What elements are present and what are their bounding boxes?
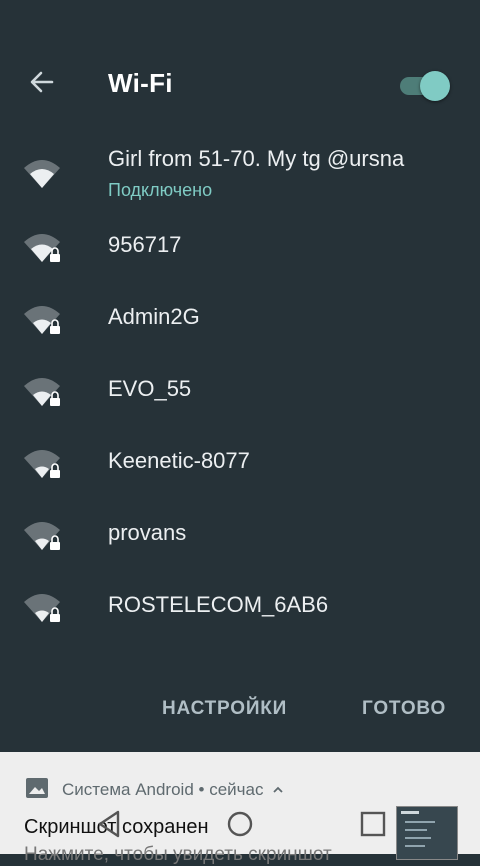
- network-name: EVO_55: [108, 376, 192, 401]
- settings-button[interactable]: НАСТРОЙКИ: [162, 698, 287, 720]
- network-item[interactable]: Girl from 51-70. My tg @ursna Подключено: [0, 136, 480, 208]
- home-circle-icon[interactable]: [222, 806, 258, 842]
- wifi-toggle-thumb: [420, 71, 450, 101]
- wifi-locked-icon: [24, 450, 60, 478]
- network-name: Admin2G: [108, 304, 200, 329]
- wifi-locked-icon: [24, 522, 60, 550]
- network-status: Подключено: [108, 180, 213, 200]
- wifi-locked-icon: [24, 378, 60, 406]
- wifi-locked-icon: [24, 594, 60, 622]
- page-title: Wi-Fi: [108, 68, 173, 98]
- wifi-signal-icon: [24, 160, 60, 188]
- network-item[interactable]: provans: [0, 496, 480, 568]
- done-button[interactable]: ГОТОВО: [362, 698, 446, 720]
- navigation-bar: [0, 792, 480, 854]
- header: Wi-Fi: [0, 52, 480, 116]
- network-name: Keenetic-8077: [108, 448, 250, 473]
- wifi-locked-icon: [24, 234, 60, 262]
- network-item[interactable]: EVO_55: [0, 352, 480, 424]
- recents-square-icon[interactable]: [355, 806, 391, 842]
- network-name: Girl from 51-70. My tg @ursna: [108, 146, 405, 171]
- network-item[interactable]: Admin2G: [0, 280, 480, 352]
- network-item[interactable]: 956717: [0, 208, 480, 280]
- network-name: 956717: [108, 232, 182, 257]
- network-item[interactable]: ROSTELECOM_6AB6: [0, 568, 480, 640]
- network-item[interactable]: Keenetic-8077: [0, 424, 480, 496]
- back-arrow-icon[interactable]: [26, 66, 58, 98]
- wifi-locked-icon: [24, 306, 60, 334]
- wifi-panel: Wi-Fi Girl from 51-70. My tg @ursna Подк…: [0, 0, 480, 752]
- wifi-toggle[interactable]: [400, 70, 452, 101]
- network-name: ROSTELECOM_6AB6: [108, 592, 329, 617]
- back-triangle-icon[interactable]: [92, 806, 128, 842]
- network-name: provans: [108, 520, 187, 545]
